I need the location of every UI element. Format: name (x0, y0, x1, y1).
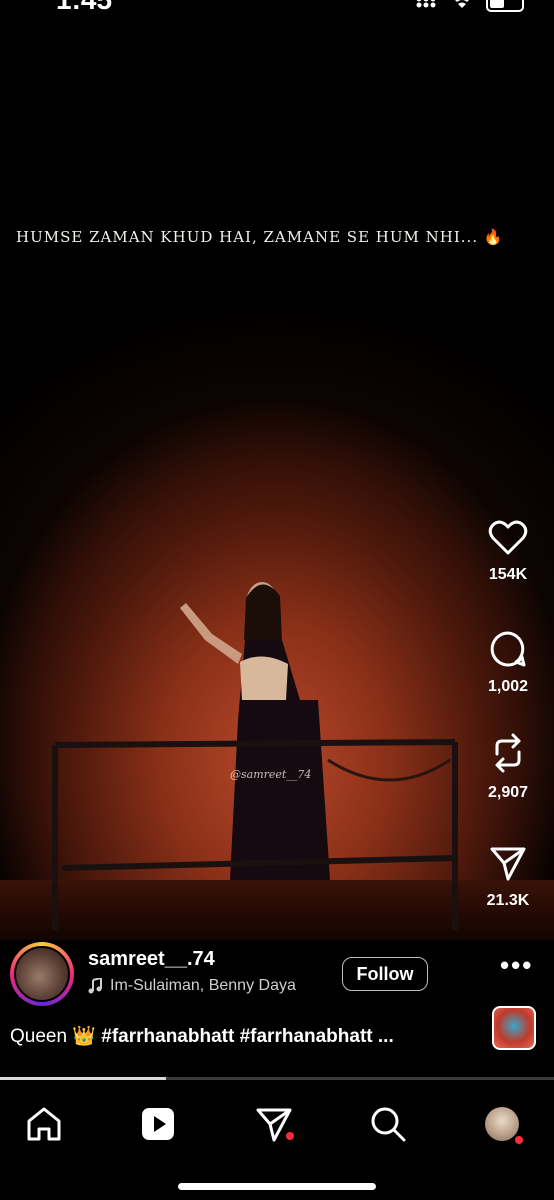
repost-action[interactable]: 2,907 (462, 732, 554, 802)
status-bar: 1:45 (0, 0, 554, 22)
nav-reels[interactable] (136, 1102, 180, 1146)
audio-thumbnail[interactable] (492, 1006, 536, 1050)
like-action[interactable]: 154K (462, 520, 554, 584)
nav-home[interactable] (22, 1102, 66, 1146)
audio-title: Im-Sulaiman, Benny Daya (110, 977, 296, 994)
follow-button[interactable]: Follow (342, 957, 428, 991)
video-caption: HUMSE ZAMAN KHUD HAI, ZAMANE SE HUM NHI.… (16, 228, 504, 246)
username[interactable]: samreet__.74 (88, 948, 215, 971)
bottom-nav (0, 1080, 554, 1200)
audio-track[interactable]: Im-Sulaiman, Benny Daya (88, 977, 328, 995)
share-count: 21.3K (486, 892, 530, 909)
nav-profile[interactable] (480, 1102, 524, 1146)
nav-direct[interactable] (252, 1102, 296, 1146)
share-action[interactable]: 21.3K (462, 846, 554, 910)
caption-text: HUMSE ZAMAN KHUD HAI, ZAMANE SE HUM NHI.… (16, 228, 479, 246)
like-count: 154K (488, 566, 528, 583)
status-time: 1:45 (56, 0, 112, 16)
home-icon[interactable] (22, 1102, 66, 1146)
profile-avatar[interactable] (485, 1107, 519, 1141)
search-icon[interactable] (366, 1102, 410, 1146)
comment-icon[interactable] (489, 630, 527, 668)
description-prefix: Queen (10, 1026, 68, 1047)
video-watermark: @samreet__74 (230, 768, 312, 781)
heart-icon[interactable] (488, 520, 528, 556)
more-options-button[interactable]: ••• (500, 950, 533, 981)
comment-action[interactable]: 1,002 (462, 630, 554, 696)
battery-icon (486, 0, 524, 12)
notification-dot (286, 1132, 294, 1140)
nav-search[interactable] (366, 1102, 410, 1146)
avatar[interactable] (10, 942, 74, 1006)
repost-icon[interactable] (489, 732, 527, 774)
post-meta (0, 940, 554, 1080)
fire-emoji: 🔥 (483, 228, 504, 246)
reels-icon[interactable] (136, 1102, 180, 1146)
comment-count: 1,002 (487, 678, 529, 695)
send-icon[interactable] (489, 846, 527, 882)
wifi-icon (455, 0, 469, 8)
repost-count: 2,907 (487, 784, 529, 801)
description-tags: #farrhanabhatt #farrhanabhatt ... (101, 1026, 394, 1047)
home-indicator (178, 1183, 376, 1190)
notification-dot (515, 1136, 523, 1144)
signal-icon (416, 0, 436, 8)
music-note-icon (88, 978, 102, 994)
post-description[interactable]: Queen 👑 #farrhanabhatt #farrhanabhatt ..… (10, 1024, 394, 1048)
crown-emoji: 👑 (72, 1026, 96, 1047)
